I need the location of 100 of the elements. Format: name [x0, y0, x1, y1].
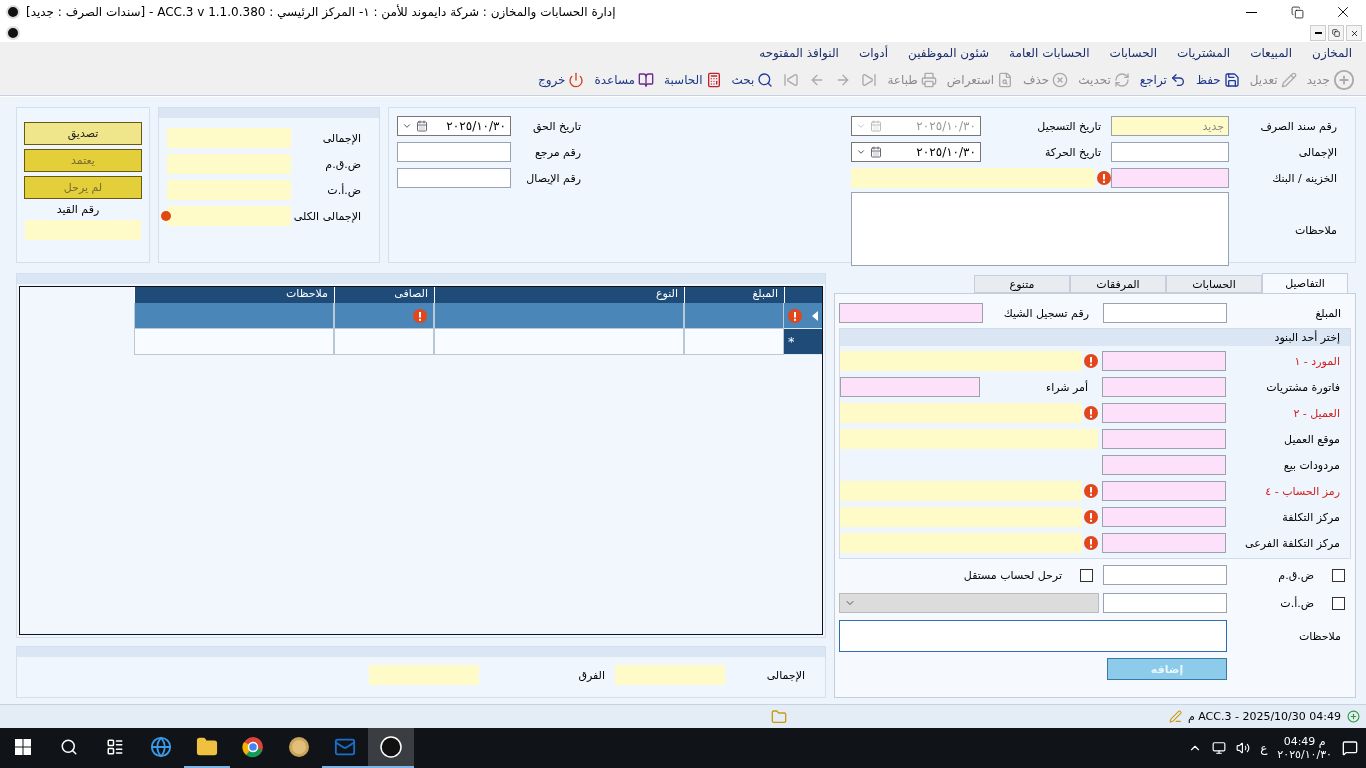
toolbar-button[interactable]: خروج [536, 71, 586, 88]
status-button[interactable]: تصديق [24, 122, 142, 145]
plus-icon [1347, 710, 1360, 723]
menu-item[interactable]: المشتريات [1168, 46, 1239, 60]
menu-item[interactable]: الحسابات [1101, 46, 1165, 60]
error-icon [1084, 510, 1098, 524]
lookup-field[interactable] [840, 403, 1082, 423]
toolbar-button[interactable]: الحاسبة [663, 71, 723, 88]
notification-icon [1342, 740, 1358, 756]
amount-field[interactable] [167, 180, 291, 200]
lookup-field[interactable] [840, 533, 1082, 553]
error-icon [1097, 171, 1111, 185]
volume-icon [1236, 741, 1251, 755]
checkbox[interactable] [1080, 568, 1093, 582]
row-header[interactable]: * [784, 329, 822, 355]
treasury-name-field[interactable] [851, 168, 1095, 188]
browser-icon [242, 736, 264, 758]
calendar-icon [870, 120, 882, 132]
book-icon [638, 71, 655, 88]
minimize-button[interactable] [1310, 25, 1326, 41]
power-icon [568, 71, 585, 88]
column-header[interactable]: النوع [434, 287, 684, 303]
field-label: رمز الحساب - ٤ [1264, 484, 1341, 498]
close-button[interactable] [1346, 25, 1362, 41]
column-header[interactable]: المبلغ [684, 287, 784, 303]
entry-number-field[interactable] [25, 220, 141, 240]
field-label: فاتورة مشتريات [1265, 380, 1341, 394]
tab[interactable]: الحسابات [1166, 275, 1262, 293]
field-label: ملاحظات [1294, 223, 1338, 237]
group-title: إختر أحد البنود [840, 329, 1350, 346]
code-field[interactable] [1102, 533, 1226, 553]
amount-field[interactable] [1103, 303, 1227, 323]
menu-item[interactable]: المبيعات [1242, 46, 1301, 60]
code-field[interactable] [1102, 507, 1226, 527]
tab[interactable]: المرفقات [1070, 275, 1166, 293]
dropdown[interactable] [839, 593, 1099, 613]
notes-field[interactable] [839, 620, 1227, 652]
row-header[interactable] [784, 303, 822, 329]
checkbox-label: ترحل لحساب مستقل [963, 568, 1063, 582]
code-field[interactable] [1102, 455, 1226, 475]
code-field[interactable] [1102, 429, 1226, 449]
total-field[interactable] [615, 665, 725, 685]
field-label: رقم الإيصال [525, 171, 582, 185]
cheque-number-field[interactable] [839, 303, 983, 323]
document-search-icon [997, 71, 1014, 88]
toolbar-button[interactable]: تراجع [1138, 71, 1187, 88]
reference-field[interactable] [397, 142, 511, 162]
tab[interactable]: متنوع [974, 275, 1070, 293]
column-header[interactable]: الصافى [334, 287, 434, 303]
treasury-code-field[interactable] [1111, 168, 1229, 188]
error-icon [1084, 536, 1098, 550]
amount-field[interactable] [167, 206, 291, 226]
menu-item[interactable]: أدوات [850, 46, 897, 60]
status-button[interactable]: يعتمد [24, 149, 142, 172]
restore-button[interactable] [1328, 25, 1344, 41]
column-header[interactable]: ملاحظات [134, 287, 334, 303]
purchase-order-field[interactable] [840, 377, 980, 397]
checkbox[interactable] [1332, 568, 1345, 582]
date-picker[interactable]: ٢٠٢٥/١٠/٣٠ [851, 142, 981, 162]
clock-time: 04:49 م [1283, 735, 1326, 748]
caret-icon [856, 147, 866, 157]
error-icon [1084, 484, 1098, 498]
toolbar-button[interactable]: بحث [730, 71, 775, 88]
code-field[interactable] [1102, 403, 1226, 423]
amount-field[interactable] [167, 128, 291, 148]
field-label: الإجمالى [765, 668, 806, 682]
code-field[interactable] [1102, 481, 1226, 501]
checkbox[interactable] [1332, 596, 1345, 610]
pencil-icon [1168, 710, 1182, 723]
field-label: رقم سند الصرف [1259, 119, 1338, 133]
tab[interactable]: التفاصيل [1262, 273, 1348, 293]
calendar-icon [416, 120, 428, 132]
code-field[interactable] [1102, 377, 1226, 397]
amount-field[interactable] [167, 154, 291, 174]
browser-icon [150, 736, 172, 758]
date-picker[interactable]: ٢٠٢٥/١٠/٣٠ [397, 116, 511, 136]
lookup-field[interactable] [840, 507, 1082, 527]
taskbar-app[interactable] [368, 728, 414, 768]
language-indicator[interactable]: ع [1260, 741, 1268, 755]
menu-item[interactable]: الحسابات العامة [1001, 46, 1098, 60]
notes-field[interactable] [851, 192, 1229, 266]
menu-item[interactable]: النوافذ المفتوحه [751, 46, 847, 60]
coin-icon [288, 736, 310, 758]
difference-field[interactable] [369, 665, 479, 685]
lookup-field[interactable] [840, 351, 1082, 371]
receipt-field[interactable] [397, 168, 511, 188]
menu-item[interactable]: شئون الموظفين [900, 46, 998, 60]
toolbar-button[interactable]: حفظ [1194, 71, 1241, 88]
lookup-field[interactable] [840, 429, 1098, 449]
tax-amount-field[interactable] [1103, 593, 1227, 613]
tax-amount-field[interactable] [1103, 565, 1227, 585]
toolbar-button[interactable]: مساعدة [593, 71, 656, 88]
field-label: مردودات بيع [1282, 458, 1341, 472]
lookup-field[interactable] [840, 481, 1082, 501]
code-field[interactable] [1102, 351, 1226, 371]
printer-icon [920, 71, 937, 88]
app-logo-icon [380, 736, 402, 758]
menu-item[interactable]: المخازن [1304, 46, 1360, 60]
total-field[interactable] [1111, 142, 1229, 162]
status-button[interactable]: لم يرحل [24, 176, 142, 199]
